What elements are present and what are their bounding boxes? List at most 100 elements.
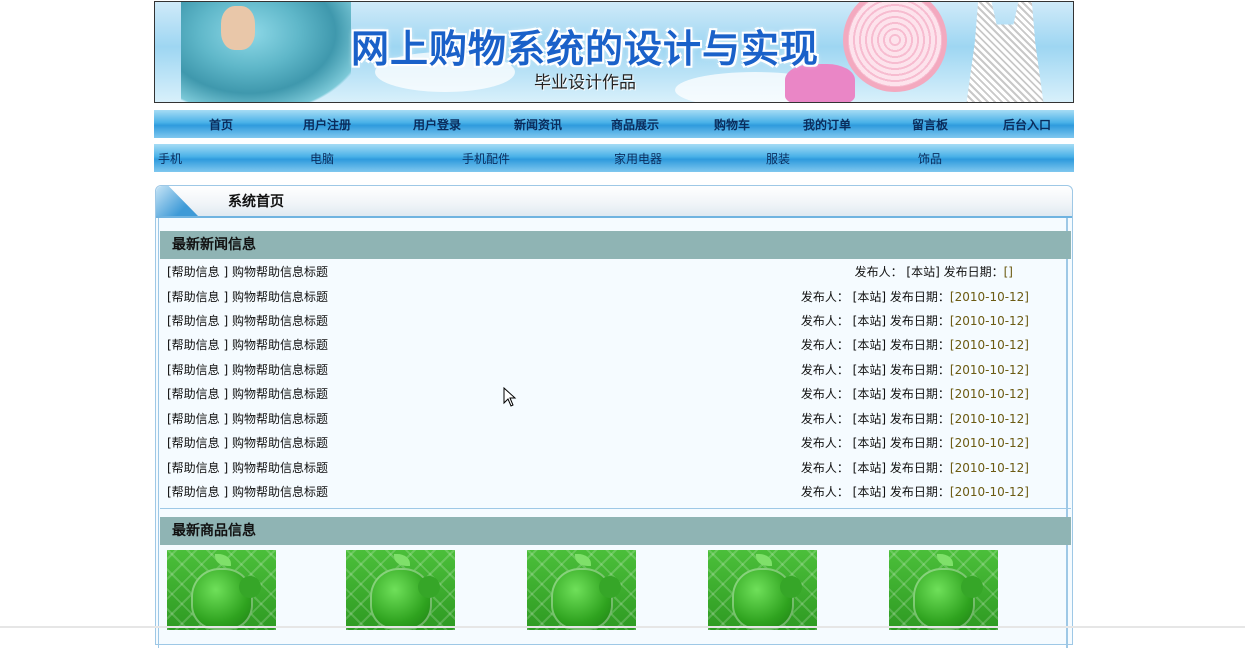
nav-products[interactable]: 商品展示 (600, 116, 670, 133)
date-value: [2010-10-12] (949, 314, 1029, 328)
category-jewelry[interactable]: 饰品 (918, 150, 942, 167)
publisher-label: 发布人： (800, 485, 849, 499)
category-computer[interactable]: 电脑 (310, 150, 334, 167)
news-row: [帮助信息 ] 购物帮助信息标题 发布人： [本站] 发布日期：[2010-10… (167, 287, 1029, 307)
news-meta: 发布人： [本站] 发布日期：[2010-10-12] (801, 433, 1029, 453)
publisher-label: 发布人： (800, 387, 849, 401)
date-label: 发布日期： (889, 290, 950, 304)
date-label: 发布日期： (889, 461, 950, 475)
publisher-label: 发布人： (800, 412, 849, 426)
publisher-label: 发布人： (800, 314, 849, 328)
publisher-label: 发布人： (800, 338, 849, 352)
apple-product-image[interactable] (708, 550, 817, 630)
panel-content: 最新新闻信息 [帮助信息 ] 购物帮助信息标题 发布人： [本站] 发布日期：[… (158, 218, 1071, 648)
nav-orders[interactable]: 我的订单 (792, 116, 862, 133)
news-meta: 发布人： [本站] 发布日期：[2010-10-12] (801, 335, 1029, 355)
news-meta: 发布人： [本站] 发布日期：[2010-10-12] (801, 409, 1029, 429)
publisher-value: [本站] (852, 363, 887, 377)
news-title-link[interactable]: [帮助信息 ] 购物帮助信息标题 (167, 287, 328, 307)
date-label: 发布日期： (889, 436, 950, 450)
publisher-label: 发布人： (800, 436, 849, 450)
publisher-value: [本站] (852, 290, 887, 304)
apple-product-image[interactable] (346, 550, 455, 630)
date-value: [2010-10-12] (949, 461, 1029, 475)
nav-news[interactable]: 新闻资讯 (503, 116, 573, 133)
news-section-heading: 最新新闻信息 (160, 231, 1071, 259)
banner-subtitle: 毕业设计作品 (534, 73, 636, 93)
publisher-value: [本站] (852, 338, 887, 352)
date-value: [2010-10-12] (949, 338, 1029, 352)
category-clothing[interactable]: 服装 (766, 150, 790, 167)
nav-guestbook[interactable]: 留言板 (898, 116, 962, 133)
news-title-link[interactable]: [帮助信息 ] 购物帮助信息标题 (167, 335, 328, 355)
publisher-value: [本站] (852, 314, 887, 328)
news-row: [帮助信息 ] 购物帮助信息标题 发布人： [本站] 发布日期：[2010-10… (167, 384, 1029, 404)
news-title-link[interactable]: [帮助信息 ] 购物帮助信息标题 (167, 458, 328, 478)
date-value: [2010-10-12] (949, 290, 1029, 304)
news-row: [帮助信息 ] 购物帮助信息标题 发布人： [本站] 发布日期：[2010-10… (167, 409, 1029, 429)
news-title-link[interactable]: [帮助信息 ] 购物帮助信息标题 (167, 482, 328, 502)
category-nav: 手机 电脑 手机配件 家用电器 服装 饰品 (154, 144, 1074, 172)
publisher-label: 发布人： (800, 363, 849, 377)
publisher-value: [本站] (852, 485, 887, 499)
news-row: [帮助信息 ] 购物帮助信息标题 发布人： [本站] 发布日期：[2010-10… (167, 335, 1029, 355)
news-title-link[interactable]: [帮助信息 ] 购物帮助信息标题 (167, 262, 328, 282)
publisher-value: [本站] (852, 387, 887, 401)
publisher-label: 发布人： (800, 461, 849, 475)
apple-product-image[interactable] (167, 550, 276, 630)
site-banner: 网上购物系统的设计与实现 毕业设计作品 (154, 1, 1074, 103)
main-nav: 首页 用户注册 用户登录 新闻资讯 商品展示 购物车 我的订单 留言板 后台入口 (154, 110, 1074, 138)
nav-cart[interactable]: 购物车 (700, 116, 764, 133)
news-title-link[interactable]: [帮助信息 ] 购物帮助信息标题 (167, 433, 328, 453)
category-phone[interactable]: 手机 (158, 150, 182, 167)
apple-product-image[interactable] (527, 550, 636, 630)
date-label: 发布日期： (943, 265, 1004, 279)
news-meta: 发布人： [本站] 发布日期：[2010-10-12] (801, 458, 1029, 478)
news-title-link[interactable]: [帮助信息 ] 购物帮助信息标题 (167, 409, 328, 429)
date-label: 发布日期： (889, 363, 950, 377)
news-title-link[interactable]: [帮助信息 ] 购物帮助信息标题 (167, 360, 328, 380)
news-title-link[interactable]: [帮助信息 ] 购物帮助信息标题 (167, 311, 328, 331)
date-value: [2010-10-12] (949, 485, 1029, 499)
news-row: [帮助信息 ] 购物帮助信息标题 发布人： [本站] 发布日期：[2010-10… (167, 360, 1029, 380)
section-divider (160, 508, 1071, 509)
category-appliances[interactable]: 家用电器 (614, 150, 662, 167)
date-label: 发布日期： (889, 387, 950, 401)
date-value: [2010-10-12] (949, 412, 1029, 426)
publisher-value: [本站] (852, 461, 887, 475)
nav-admin[interactable]: 后台入口 (992, 116, 1062, 133)
products-section-heading: 最新商品信息 (160, 517, 1071, 545)
news-row: [帮助信息 ] 购物帮助信息标题 发布人： [本站] 发布日期：[2010-10… (167, 433, 1029, 453)
panel-title: 系统首页 (228, 194, 284, 210)
news-meta: 发布人： [本站] 发布日期：[2010-10-12] (801, 384, 1029, 404)
apple-product-image[interactable] (889, 550, 998, 630)
news-row: [帮助信息 ] 购物帮助信息标题 发布人： [本站] 发布日期：[2010-10… (167, 482, 1029, 502)
nav-login[interactable]: 用户登录 (402, 116, 472, 133)
main-panel: 系统首页 最新新闻信息 [帮助信息 ] 购物帮助信息标题 发布人： [本站] 发… (155, 185, 1073, 648)
nav-register[interactable]: 用户注册 (292, 116, 362, 133)
publisher-value: [本站] (906, 265, 940, 279)
news-meta: 发布人： [本站] 发布日期：[2010-10-12] (801, 360, 1029, 380)
tank-top-image (966, 2, 1044, 102)
news-meta: 发布人： [本站] 发布日期：[2010-10-12] (801, 482, 1029, 502)
panel-header: 系统首页 (156, 186, 1072, 218)
date-label: 发布日期： (889, 338, 950, 352)
date-label: 发布日期： (889, 412, 950, 426)
news-row: [帮助信息 ] 购物帮助信息标题 发布人： [本站] 发布日期：[2010-10… (167, 458, 1029, 478)
date-value: [2010-10-12] (949, 387, 1029, 401)
mouse-cursor-icon (503, 387, 517, 407)
news-meta: 发布人： [本站] 发布日期：[2010-10-12] (801, 287, 1029, 307)
date-label: 发布日期： (889, 314, 950, 328)
publisher-label: 发布人： (800, 290, 849, 304)
news-meta: 发布人： [本站] 发布日期：[] (855, 262, 1013, 282)
news-meta: 发布人： [本站] 发布日期：[2010-10-12] (801, 311, 1029, 331)
date-label: 发布日期： (889, 485, 950, 499)
publisher-label: 发布人： (854, 265, 903, 279)
news-title-link[interactable]: [帮助信息 ] 购物帮助信息标题 (167, 384, 328, 404)
category-phone-accessories[interactable]: 手机配件 (462, 150, 510, 167)
publisher-value: [本站] (852, 436, 887, 450)
publisher-value: [本站] (852, 412, 887, 426)
news-row: [帮助信息 ] 购物帮助信息标题 发布人： [本站] 发布日期：[2010-10… (167, 311, 1029, 331)
date-value: [2010-10-12] (949, 436, 1029, 450)
nav-home[interactable]: 首页 (196, 116, 246, 133)
